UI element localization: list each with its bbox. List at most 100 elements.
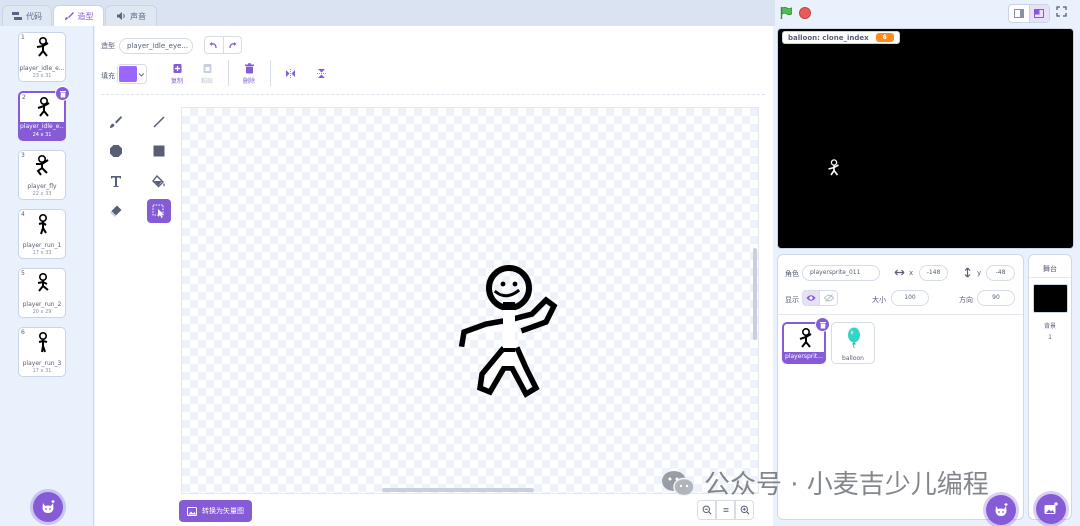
costume-name: player_idle_e... <box>19 65 65 72</box>
stage-size-toggle <box>1008 4 1050 23</box>
equals-icon <box>723 508 728 512</box>
rectangle-icon <box>153 145 165 157</box>
tab-code-label: 代码 <box>26 11 42 21</box>
zoom-in-button[interactable] <box>735 500 754 520</box>
costume-item-5[interactable]: 5 player_run_2 20 x 29 <box>18 268 66 318</box>
zoom-reset-button[interactable] <box>716 500 735 520</box>
sprite-label: 角色 <box>785 270 799 278</box>
costume-number: 6 <box>21 329 25 336</box>
convert-to-vector-label: 转换为矢量图 <box>202 507 244 515</box>
size-input[interactable]: 100 <box>891 290 929 306</box>
costume-size: 17 x 31 <box>32 368 52 374</box>
delete-sprite-button[interactable] <box>815 317 830 332</box>
fill-label: 填充 <box>101 72 115 80</box>
text-tool[interactable] <box>104 169 128 193</box>
green-flag-icon <box>780 6 792 19</box>
costume-item-6[interactable]: 6 player_run_3 17 x 31 <box>18 327 66 377</box>
costume-size: 24 x 31 <box>20 131 64 140</box>
trash-icon <box>819 321 826 328</box>
costume-item-3[interactable]: 3 player_fly 22 x 33 <box>18 150 66 200</box>
large-stage-button[interactable] <box>1029 5 1049 22</box>
paste-button[interactable]: 粘贴 <box>201 63 213 85</box>
text-icon <box>111 176 121 187</box>
paint-editor: 造型 player_idle_eye... 填充 复制 粘贴 删除 转换为矢量图 <box>95 26 773 526</box>
copy-label: 复制 <box>171 78 184 85</box>
undo-icon <box>209 41 217 48</box>
zoom-out-button[interactable] <box>697 500 716 520</box>
sprite-tile-balloon[interactable]: balloon <box>831 322 875 364</box>
costume-number: 1 <box>21 34 25 41</box>
show-label: 显示 <box>785 296 799 304</box>
eraser-tool[interactable] <box>104 199 128 223</box>
tab-costumes[interactable]: 造型 <box>53 5 104 26</box>
stickman-thumbnail-icon <box>37 273 49 292</box>
sprite-tile-name: balloon <box>842 355 864 362</box>
brush-icon <box>64 12 74 20</box>
copy-button[interactable]: 复制 <box>171 63 183 85</box>
brush-tool[interactable] <box>104 110 128 134</box>
y-label: y <box>977 269 982 277</box>
costume-name: player_run_2 <box>22 301 62 308</box>
tab-code[interactable]: 代码 <box>2 5 52 26</box>
line-tool[interactable] <box>147 110 171 134</box>
costume-item-1[interactable]: 1 player_idle_e... 23 x 31 <box>18 32 66 82</box>
delete-costume-button[interactable] <box>55 86 70 101</box>
convert-to-vector-button[interactable]: 转换为矢量图 <box>179 500 252 522</box>
tab-sounds[interactable]: 声音 <box>105 5 157 26</box>
select-tool[interactable] <box>147 199 171 223</box>
canvas-vertical-scrollbar[interactable] <box>753 248 757 340</box>
green-flag-button[interactable] <box>779 6 793 22</box>
trash-icon <box>59 90 66 97</box>
backdrop-count: 1 <box>1048 334 1052 341</box>
stage-canvas[interactable]: balloon: clone_index 6 <box>777 28 1074 249</box>
stickman-thumbnail-icon <box>38 332 48 353</box>
flip-horizontal-icon <box>286 69 295 78</box>
rectangle-tool[interactable] <box>147 139 171 163</box>
sprite-name-input[interactable]: playersprite_011 <box>802 265 880 281</box>
undo-redo-group <box>204 36 242 54</box>
zoom-controls <box>697 500 754 520</box>
balloon-icon <box>848 327 860 349</box>
direction-input[interactable]: 90 <box>977 290 1015 306</box>
canvas-horizontal-scrollbar[interactable] <box>382 488 534 492</box>
paste-icon <box>203 64 211 73</box>
chevron-down-icon <box>138 72 145 77</box>
costume-name: player_fly <box>27 183 57 190</box>
toolbar-separator <box>101 94 765 95</box>
show-sprite-button[interactable] <box>802 290 820 306</box>
drawing-canvas[interactable] <box>181 107 759 494</box>
circle-tool[interactable] <box>104 139 128 163</box>
x-label: x <box>909 269 914 277</box>
backdrop-thumbnail[interactable] <box>1033 284 1068 313</box>
stage-sprite-stickman <box>828 159 839 176</box>
cat-add-icon <box>42 500 55 513</box>
delete-button[interactable]: 删除 <box>243 63 255 85</box>
fill-color-picker[interactable] <box>117 64 147 84</box>
stage-pane-title: 舞台 <box>1043 265 1057 273</box>
stickman-thumbnail-icon <box>37 97 50 117</box>
flip-horizontal-button[interactable] <box>285 68 296 79</box>
stickman-drawing <box>458 265 558 398</box>
large-stage-icon <box>1034 9 1045 18</box>
costume-item-4[interactable]: 4 player_run_1 17 x 33 <box>18 209 66 259</box>
delete-label: 删除 <box>243 78 256 85</box>
costume-number: 5 <box>21 270 25 277</box>
undo-button[interactable] <box>205 37 224 53</box>
tab-sounds-label: 声音 <box>130 11 146 21</box>
choose-costume-button[interactable] <box>33 492 63 522</box>
hide-sprite-button[interactable] <box>820 290 838 306</box>
choose-sprite-button[interactable] <box>986 495 1016 525</box>
size-label: 大小 <box>872 296 886 304</box>
stickman-thumbnail-icon <box>799 328 812 348</box>
costume-name-input[interactable]: player_idle_eye... <box>119 38 193 54</box>
fill-tool[interactable] <box>147 169 171 193</box>
small-stage-button[interactable] <box>1009 5 1030 22</box>
choose-backdrop-button[interactable] <box>1036 494 1066 524</box>
x-input[interactable]: -148 <box>919 265 948 281</box>
copy-icon <box>173 64 181 73</box>
fullscreen-button[interactable] <box>1056 6 1067 19</box>
redo-button[interactable] <box>224 37 242 53</box>
y-input[interactable]: -48 <box>986 265 1015 281</box>
flip-vertical-button[interactable] <box>316 68 327 79</box>
stop-button[interactable] <box>799 7 811 19</box>
